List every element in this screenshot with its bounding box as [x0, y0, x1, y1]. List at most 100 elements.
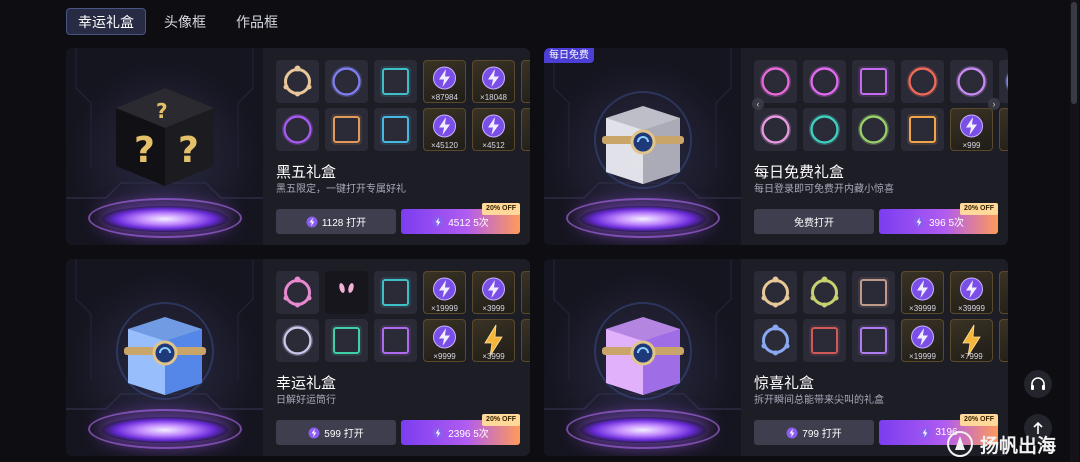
- gift-box-card[interactable]: 每日免费 ×999 ‹ › 每日免费礼盒 每日登录即可免费开内藏小惊喜 免费打开…: [544, 48, 1008, 245]
- coin-icon: [432, 216, 444, 227]
- reward-item[interactable]: [803, 319, 846, 362]
- reward-item[interactable]: [803, 271, 846, 314]
- reward-item[interactable]: ×39999: [950, 271, 993, 314]
- item-quantity: ×3999: [482, 352, 505, 361]
- reward-item[interactable]: ×3999: [472, 319, 515, 362]
- avatar-frame-icon: [907, 66, 938, 97]
- reward-item[interactable]: [754, 319, 797, 362]
- reward-item[interactable]: [276, 319, 319, 362]
- scrollbar-thumb[interactable]: [1071, 2, 1077, 104]
- reward-item[interactable]: [521, 60, 530, 103]
- reward-item[interactable]: [754, 271, 797, 314]
- gift-box-description: 拆开瞬间总能带来尖叫的礼盒: [754, 395, 884, 406]
- reward-item[interactable]: [852, 271, 895, 314]
- sail-logo-icon: [947, 431, 973, 457]
- reward-item[interactable]: [325, 108, 368, 151]
- reward-item[interactable]: ×7999: [950, 319, 993, 362]
- reward-item[interactable]: [803, 108, 846, 151]
- open-once-button[interactable]: 1128 打开: [276, 209, 396, 234]
- reward-item[interactable]: [950, 60, 993, 103]
- discount-badge: 20% OFF: [482, 203, 520, 215]
- reward-preview: ×19999 ×3999 ×9999 ×3999: [273, 259, 530, 369]
- open-five-label: 4512 5次: [448, 218, 489, 229]
- reward-item[interactable]: [521, 108, 530, 151]
- reward-item[interactable]: ×45120: [423, 108, 466, 151]
- reward-item[interactable]: [803, 60, 846, 103]
- work-frame-icon: [809, 325, 840, 356]
- avatar-frame-icon: [331, 66, 362, 97]
- open-five-button[interactable]: 2396 5次 20% OFF: [401, 414, 520, 445]
- open-once-label: 1128 打开: [321, 218, 367, 229]
- svg-text:?: ?: [156, 99, 168, 123]
- coin-icon: [521, 271, 530, 314]
- open-once-button[interactable]: 799 打开: [754, 420, 874, 445]
- reward-item[interactable]: ×19999: [901, 319, 944, 362]
- gift-box-card[interactable]: ×39999 ×39999 ×19999 ×7999 惊喜礼盒 拆开瞬间总能带来…: [544, 259, 1008, 456]
- tab-work-frame[interactable]: 作品框: [224, 8, 290, 35]
- gift-box-card[interactable]: ×19999 ×3999 ×9999 ×3999 幸运礼盒 日解好运筒行 599…: [66, 259, 530, 456]
- reward-item[interactable]: [374, 108, 417, 151]
- item-quantity: ×19999: [431, 304, 458, 313]
- avatar-frame-icon: [282, 325, 313, 356]
- reward-item[interactable]: [374, 271, 417, 314]
- customer-service-button[interactable]: [1024, 370, 1052, 398]
- open-once-button[interactable]: 免费打开: [754, 209, 874, 234]
- reward-item[interactable]: ×999: [950, 108, 993, 151]
- reward-item[interactable]: ×9999: [423, 319, 466, 362]
- avatar-frame-icon: [956, 66, 987, 97]
- work-frame-icon: [380, 277, 411, 308]
- reward-item[interactable]: [325, 271, 368, 314]
- open-five-label: 396 5次: [928, 218, 965, 229]
- reward-item[interactable]: ×3999: [472, 271, 515, 314]
- reward-item[interactable]: [852, 108, 895, 151]
- gift-box-description: 日解好运筒行: [276, 395, 336, 406]
- reward-item[interactable]: ×18048: [472, 60, 515, 103]
- reward-item[interactable]: ×87984: [423, 60, 466, 103]
- open-five-button[interactable]: 396 5次 20% OFF: [879, 203, 998, 234]
- coin-icon: [308, 427, 320, 438]
- reward-item[interactable]: [901, 108, 944, 151]
- crystal-chest-icon: [594, 302, 692, 400]
- reward-item[interactable]: [521, 271, 530, 314]
- gift-box-title: 幸运礼盒: [276, 375, 337, 392]
- work-frame-icon: [858, 277, 889, 308]
- reward-item[interactable]: [852, 319, 895, 362]
- reward-item[interactable]: ×4512: [472, 108, 515, 151]
- energy-bolt-icon: [999, 319, 1008, 362]
- item-quantity: ×39999: [958, 304, 985, 313]
- reward-item[interactable]: [276, 60, 319, 103]
- reward-item[interactable]: [374, 319, 417, 362]
- reward-item[interactable]: [754, 60, 797, 103]
- reward-item[interactable]: [276, 271, 319, 314]
- open-once-label: 599 打开: [324, 429, 364, 440]
- scrollbar-track[interactable]: [1070, 0, 1079, 462]
- next-arrow-icon[interactable]: ›: [988, 98, 1000, 110]
- reward-item[interactable]: [901, 60, 944, 103]
- work-frame-icon: [858, 325, 889, 356]
- reward-item[interactable]: [999, 319, 1008, 362]
- reward-item[interactable]: [999, 60, 1008, 103]
- reward-item[interactable]: [325, 60, 368, 103]
- tab-lucky-box[interactable]: 幸运礼盒: [66, 8, 146, 35]
- ornate-frame-icon: [283, 65, 312, 97]
- open-once-button[interactable]: 599 打开: [276, 420, 396, 445]
- reward-item[interactable]: [374, 60, 417, 103]
- reward-item[interactable]: [754, 108, 797, 151]
- prev-arrow-icon[interactable]: ‹: [752, 98, 764, 110]
- open-five-button[interactable]: 4512 5次 20% OFF: [401, 203, 520, 234]
- reward-item[interactable]: ×19999: [423, 271, 466, 314]
- reward-item[interactable]: [521, 319, 530, 362]
- tab-avatar-frame[interactable]: 头像框: [152, 8, 218, 35]
- reward-item[interactable]: ×39999: [901, 271, 944, 314]
- reward-item[interactable]: [852, 60, 895, 103]
- watermark-text: 扬帆出海: [980, 434, 1057, 457]
- svg-text:?: ?: [178, 130, 199, 171]
- reward-item[interactable]: [999, 108, 1008, 151]
- reward-item[interactable]: [999, 271, 1008, 314]
- gift-box-card[interactable]: ? ? ? ×87984 ×18048 ×45120 ×4512 黑五礼盒 黑五…: [66, 48, 530, 245]
- reward-item[interactable]: [276, 108, 319, 151]
- ornate-frame-icon: [810, 276, 839, 308]
- item-quantity: ×39999: [909, 304, 936, 313]
- reward-item[interactable]: [325, 319, 368, 362]
- work-frame-icon: [380, 66, 411, 97]
